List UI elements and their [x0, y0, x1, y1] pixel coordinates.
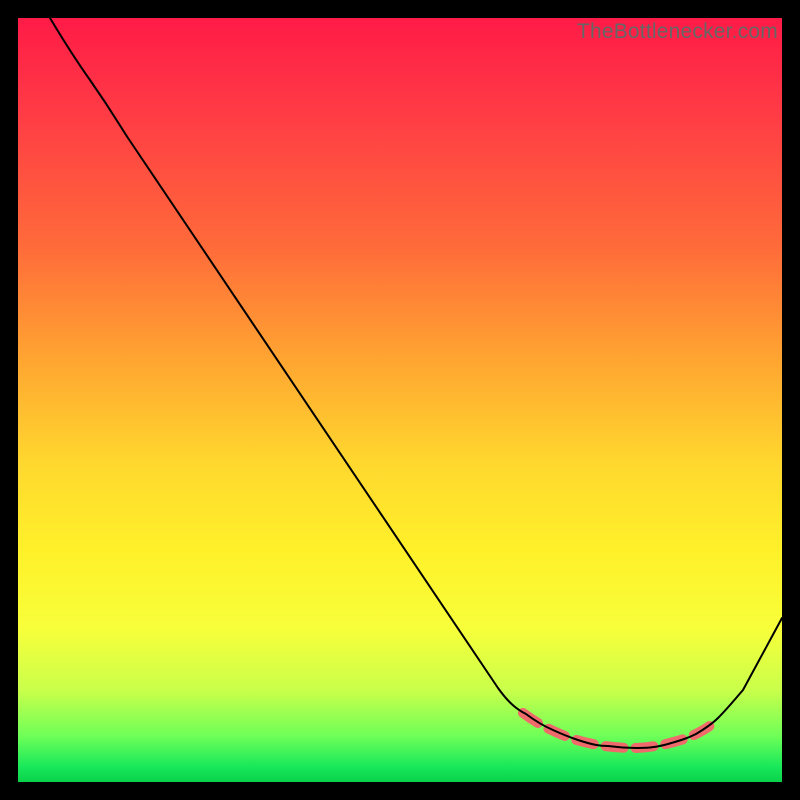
watermark-text: TheBottlenecker.com [577, 20, 778, 44]
chart-frame: TheBottlenecker.com [0, 0, 800, 800]
plot-background-gradient [18, 18, 782, 782]
